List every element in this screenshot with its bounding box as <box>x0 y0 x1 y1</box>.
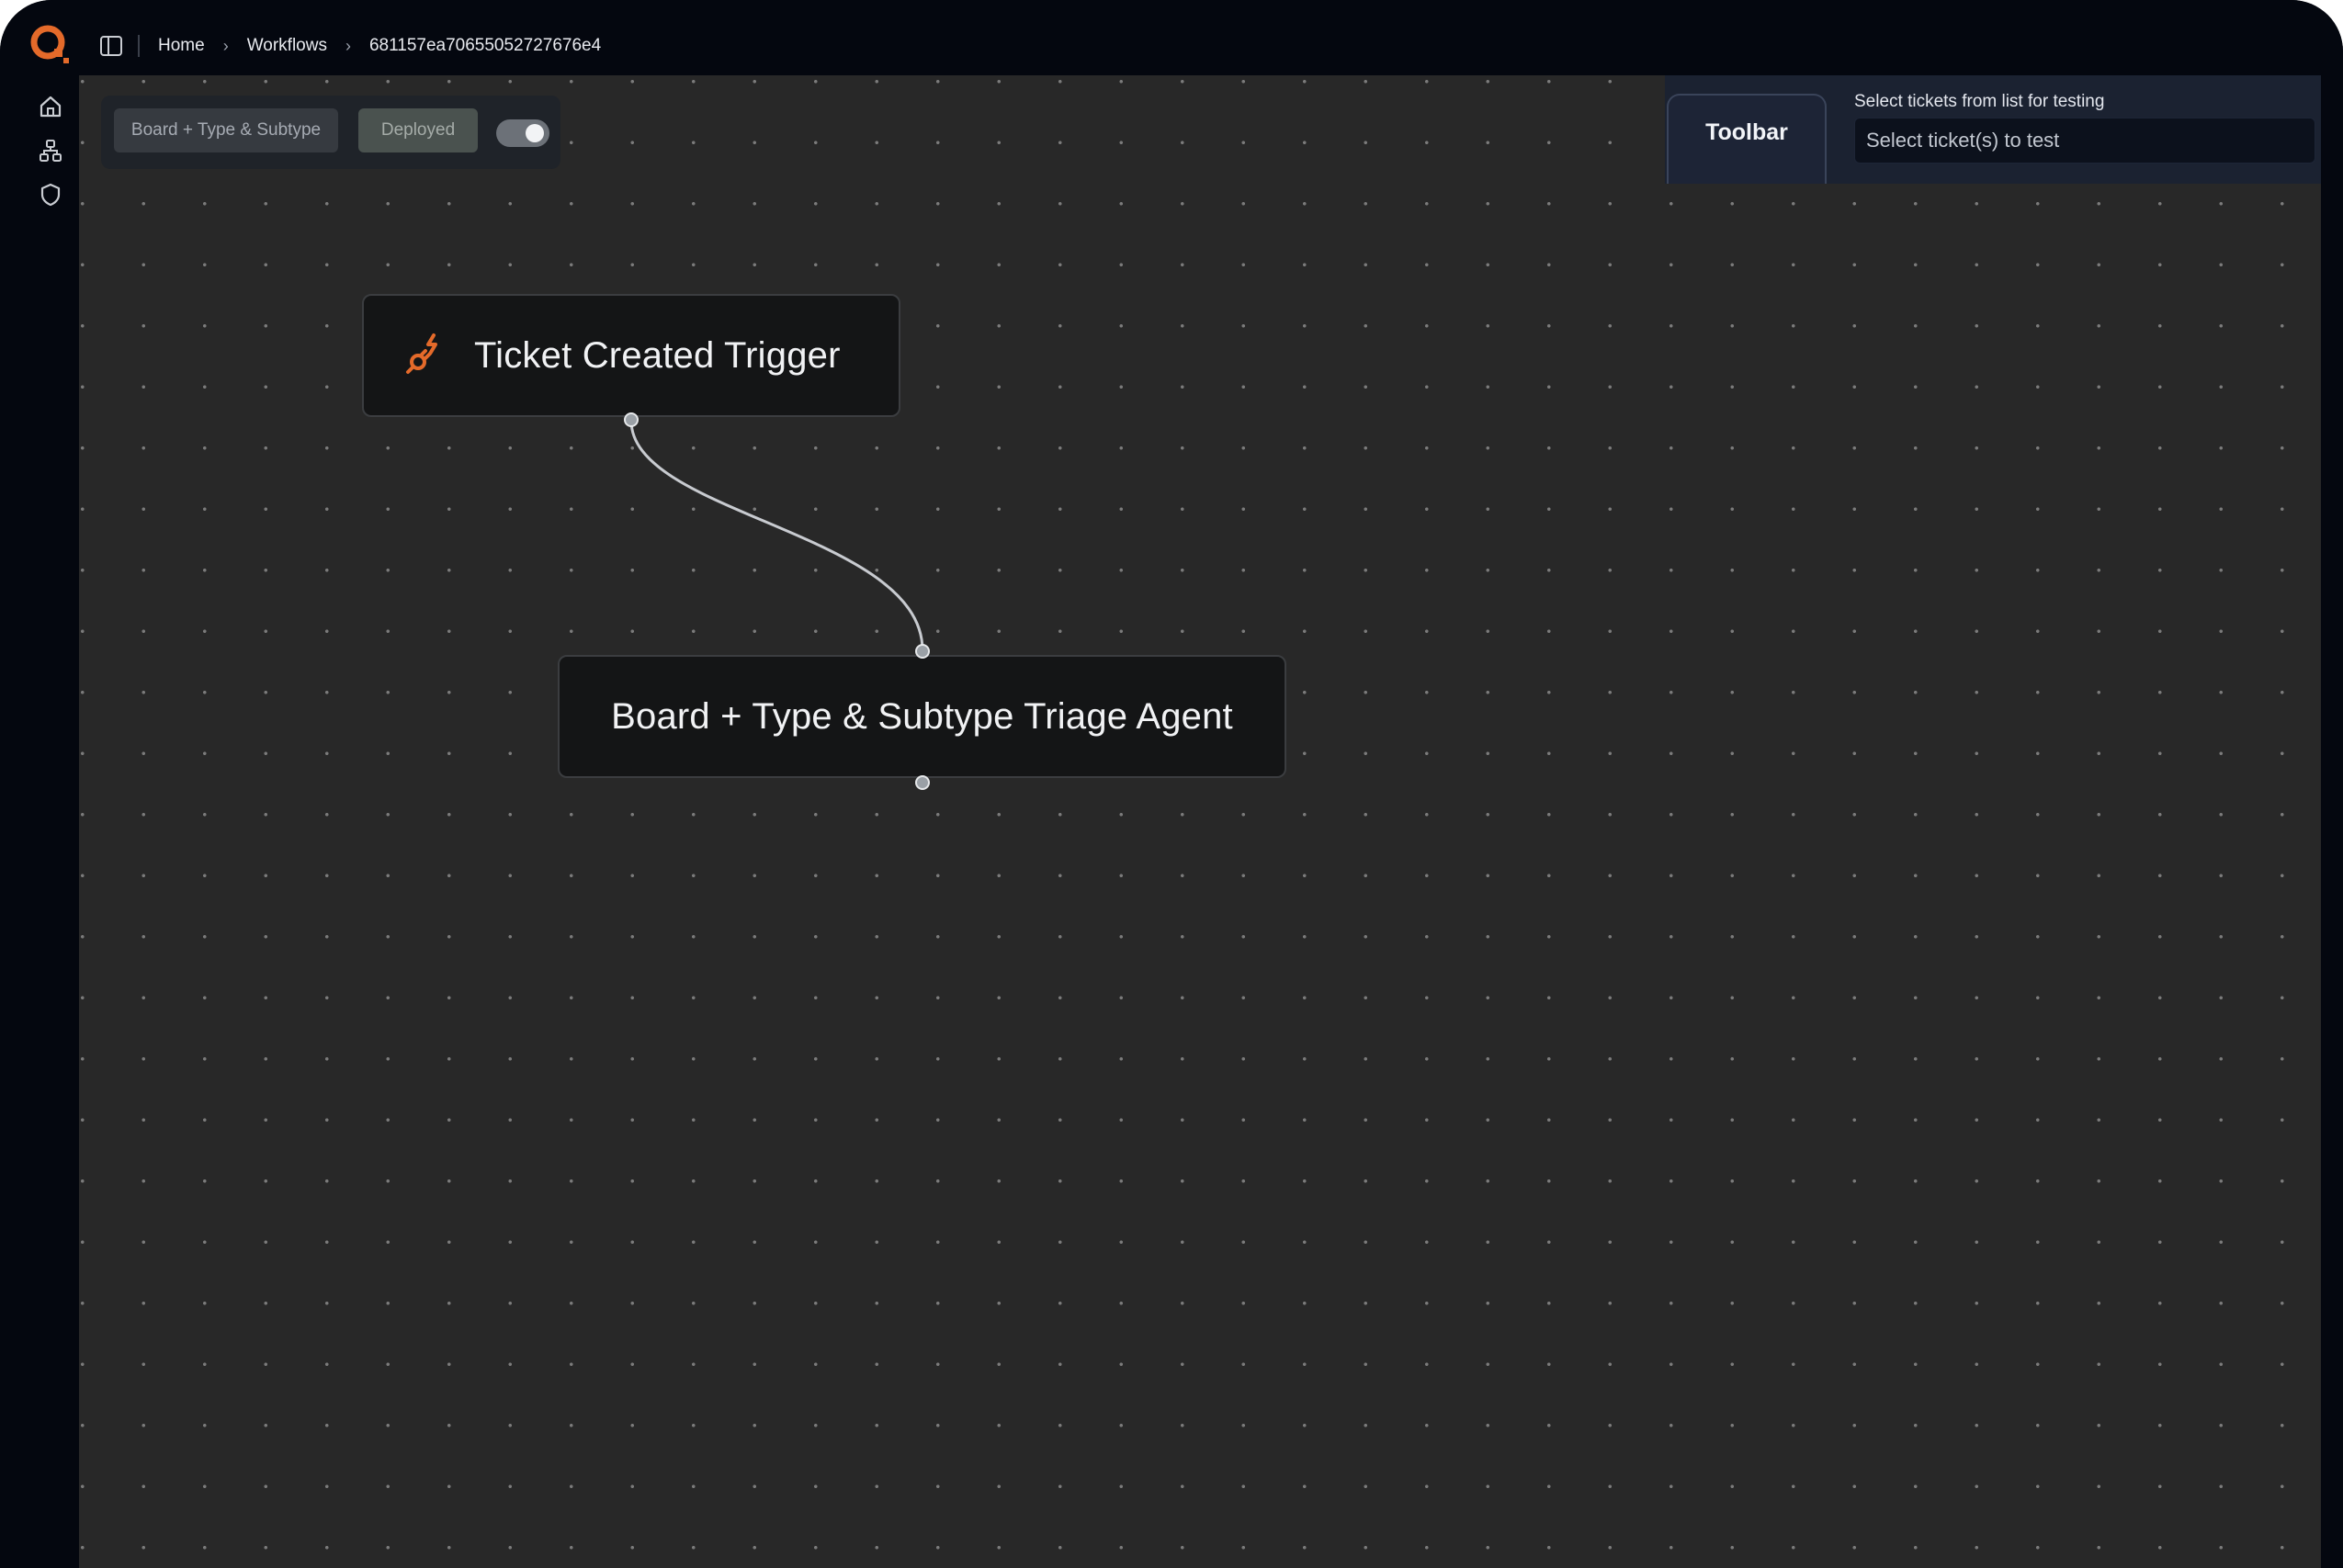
top-bar: Home › Workflows › 681157ea7065505272767… <box>0 0 2343 75</box>
workflow-name-button[interactable]: Board + Type & Subtype <box>114 108 338 152</box>
workflow-controls: Board + Type & Subtype Deployed <box>101 96 560 169</box>
chevron-right-icon: › <box>345 36 351 55</box>
app-logo-icon[interactable] <box>28 22 72 66</box>
app-window: Home › Workflows › 681157ea7065505272767… <box>0 0 2343 1568</box>
node-triage-agent[interactable]: Board + Type & Subtype Triage Agent <box>558 655 1286 778</box>
deployed-status-button[interactable]: Deployed <box>358 108 478 152</box>
ticket-select-label: Select tickets from list for testing <box>1854 92 2105 111</box>
topbar-divider <box>138 35 140 57</box>
shield-icon[interactable] <box>38 182 63 208</box>
agent-input-handle[interactable] <box>915 644 930 659</box>
deploy-toggle[interactable] <box>496 119 549 147</box>
agent-output-handle[interactable] <box>915 775 930 790</box>
toggle-knob <box>526 124 544 142</box>
chevron-right-icon: › <box>222 36 229 55</box>
breadcrumb-current-workflow: 681157ea70655052727676e4 <box>368 36 602 55</box>
home-icon[interactable] <box>38 94 63 119</box>
left-rail <box>0 75 79 1568</box>
node-title: Board + Type & Subtype Triage Agent <box>611 695 1233 737</box>
breadcrumb-workflows[interactable]: Workflows <box>247 36 327 56</box>
workflow-tree-icon[interactable] <box>38 138 63 164</box>
ticket-select-input[interactable]: Select ticket(s) to test <box>1854 118 2315 164</box>
breadcrumb: Home › Workflows › 681157ea7065505272767… <box>158 30 601 62</box>
plug-lightning-icon <box>406 333 437 374</box>
trigger-output-handle[interactable] <box>624 412 639 427</box>
breadcrumb-home[interactable]: Home <box>158 36 205 56</box>
sidebar-toggle-icon[interactable] <box>99 35 123 57</box>
toolbar-tab[interactable]: Toolbar <box>1667 94 1827 184</box>
node-title: Ticket Created Trigger <box>474 334 841 376</box>
node-ticket-created-trigger[interactable]: Ticket Created Trigger <box>362 294 900 417</box>
